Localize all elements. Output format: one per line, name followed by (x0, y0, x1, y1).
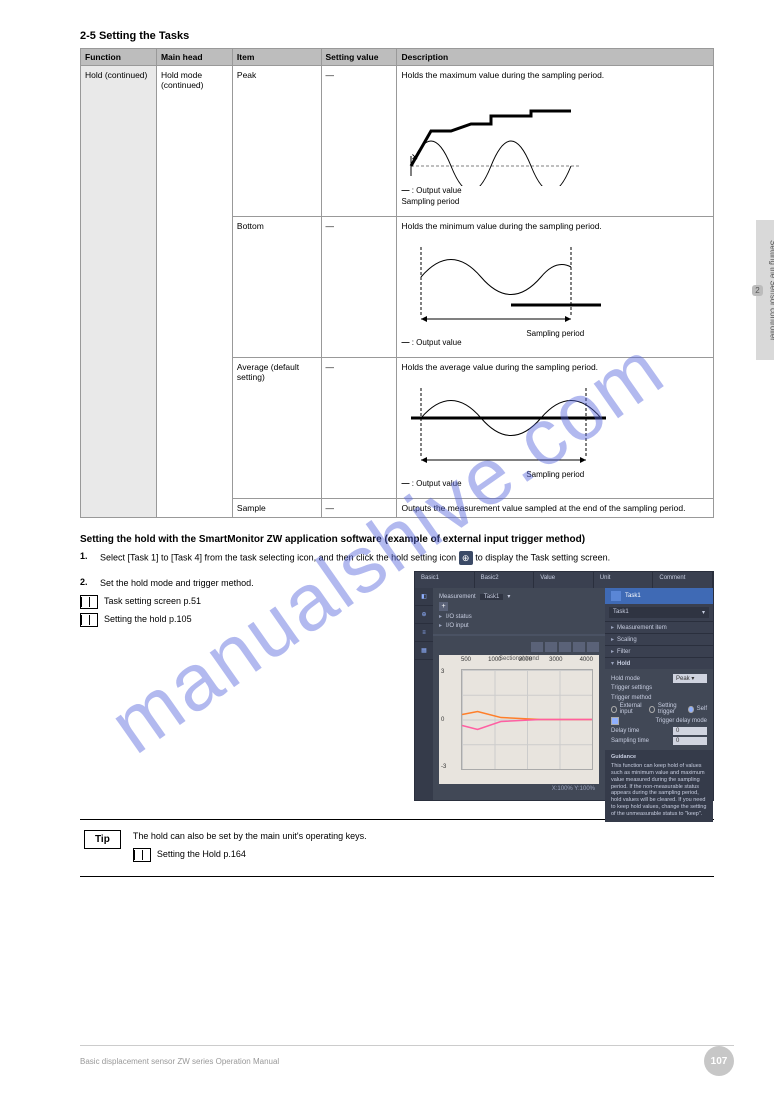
sw-col-headers: Basic1 Basic2 Value Unit Comment (415, 572, 713, 588)
cell-desc: Holds the average value during the sampl… (397, 358, 714, 499)
delay-check-row[interactable]: Trigger delay mode (611, 717, 707, 725)
hold-setting-icon[interactable]: ⊕ (459, 551, 473, 565)
tool-icon[interactable]: ◧ (415, 588, 433, 606)
diag-output-label: — : Output value (401, 186, 709, 195)
book-title: Basic displacement sensor ZW series Oper… (80, 1057, 279, 1066)
book-icon (80, 613, 98, 627)
cell-value: — (321, 499, 397, 518)
peak-diagram: ✕ (401, 86, 601, 186)
diag-output-label: — : Output value (401, 338, 709, 347)
section-scaling[interactable]: ▸Scaling (605, 633, 713, 645)
tool-icon[interactable]: ▦ (415, 642, 433, 660)
svg-text:✕: ✕ (411, 152, 419, 162)
step1-text-a: Select [Task 1] to [Task 4] from the tas… (100, 552, 459, 562)
diag-sampling-label: Sampling period (401, 329, 709, 338)
sw-right-panel: Task1 Task1▾ ▸Measurement item ▸Scaling … (605, 588, 713, 800)
task-dropdown[interactable]: Task1▾ (609, 607, 709, 618)
hold-mode-row: Hold mode Peak ▾ (611, 674, 707, 683)
sampling-input[interactable]: 0 (673, 737, 707, 745)
tip-ref: Setting the Hold p.164 (157, 848, 246, 860)
average-diagram (401, 378, 611, 468)
book-icon (80, 595, 98, 609)
sw-chart-panel: Sectional trend 500 1000 2000 3000 4000 … (433, 636, 605, 800)
page-footer: Basic displacement sensor ZW series Oper… (0, 1046, 774, 1076)
cell-value: — (321, 358, 397, 499)
book-icon (133, 848, 151, 862)
cell-item: Bottom (232, 217, 321, 358)
section-title: 2-5 Setting the Tasks (80, 30, 714, 42)
ref-1: Task setting screen p.51 (80, 595, 400, 609)
step1-text-b: to display the Task setting screen. (475, 552, 610, 562)
desc-text: Holds the maximum value during the sampl… (401, 70, 709, 80)
cell-item: Sample (232, 499, 321, 518)
page-number: 107 (704, 1046, 734, 1076)
tip-label: Tip (84, 830, 121, 849)
diag-sampling-label: Sampling period (401, 197, 709, 206)
th-desc: Description (397, 49, 714, 66)
diag-output-label: — : Output value (401, 479, 709, 488)
cell-value: — (321, 217, 397, 358)
section-measurement[interactable]: ▸Measurement item (605, 621, 713, 633)
step2-text: Set the hold mode and trigger method. (100, 577, 254, 589)
cell-desc: Outputs the measurement value sampled at… (397, 499, 714, 518)
tool-icon[interactable]: ≡ (415, 624, 433, 642)
chart-lines (462, 670, 592, 769)
sw-chart-area: Sectional trend 500 1000 2000 3000 4000 … (439, 655, 599, 784)
sw-chart-controls[interactable] (439, 642, 599, 652)
cell-function: Hold (continued) (81, 66, 157, 518)
cell-mainhead: Hold mode (continued) (156, 66, 232, 518)
cell-value: — (321, 66, 397, 217)
settings-table: Function Main head Item Setting value De… (80, 48, 714, 518)
delay-input[interactable]: 0 (673, 727, 707, 735)
bottom-diagram (401, 237, 611, 327)
step-2: 2. Set the hold mode and trigger method. (80, 577, 400, 589)
th-function: Function (81, 49, 157, 66)
cell-item: Peak (232, 66, 321, 217)
desc-text: Outputs the measurement value sampled at… (401, 503, 709, 513)
step-1: 1. Select [Task 1] to [Task 4] from the … (80, 551, 714, 565)
desc-text: Holds the average value during the sampl… (401, 362, 709, 372)
cell-item: Average (default setting) (232, 358, 321, 499)
section-filter[interactable]: ▸Filter (605, 645, 713, 657)
software-screenshot: Basic1 Basic2 Value Unit Comment ◧ ⊕ ≡ ▦ (414, 571, 714, 801)
th-item: Item (232, 49, 321, 66)
step-num: 2. (80, 577, 94, 589)
ref-text: Task setting screen p.51 (104, 595, 201, 607)
tip-box: Tip The hold can also be set by the main… (80, 819, 714, 877)
diag-sampling-label: Sampling period (401, 470, 709, 479)
app-heading: Setting the hold with the SmartMonitor Z… (80, 534, 714, 545)
cell-desc: Holds the minimum value during the sampl… (397, 217, 714, 358)
task-tab[interactable]: Task1 (605, 588, 713, 604)
sw-left-toolbar[interactable]: ◧ ⊕ ≡ ▦ (415, 588, 433, 800)
plus-icon[interactable]: + (439, 602, 448, 611)
tool-icon[interactable]: ⊕ (415, 606, 433, 624)
hold-mode-select[interactable]: Peak ▾ (673, 674, 707, 683)
cell-desc: Holds the maximum value during the sampl… (397, 66, 714, 217)
ref-2: Setting the hold p.105 (80, 613, 400, 627)
th-mainhead: Main head (156, 49, 232, 66)
section-hold[interactable]: ▾Hold (605, 657, 713, 669)
guidance-panel: Guidance This function can keep hold of … (605, 750, 713, 822)
tip-text: The hold can also be set by the main uni… (133, 830, 367, 842)
sw-chart-footer: X:100% Y:100% (439, 784, 599, 794)
desc-text: Holds the minimum value during the sampl… (401, 221, 709, 231)
step-num: 1. (80, 551, 94, 565)
ref-text: Setting the hold p.105 (104, 613, 192, 625)
sw-tree[interactable]: Measurement Task1 ▾ + ▸I/O status ▸I/O i… (433, 588, 605, 634)
th-value: Setting value (321, 49, 397, 66)
trigger-radios[interactable]: External input Setting trigger Self (611, 703, 707, 715)
